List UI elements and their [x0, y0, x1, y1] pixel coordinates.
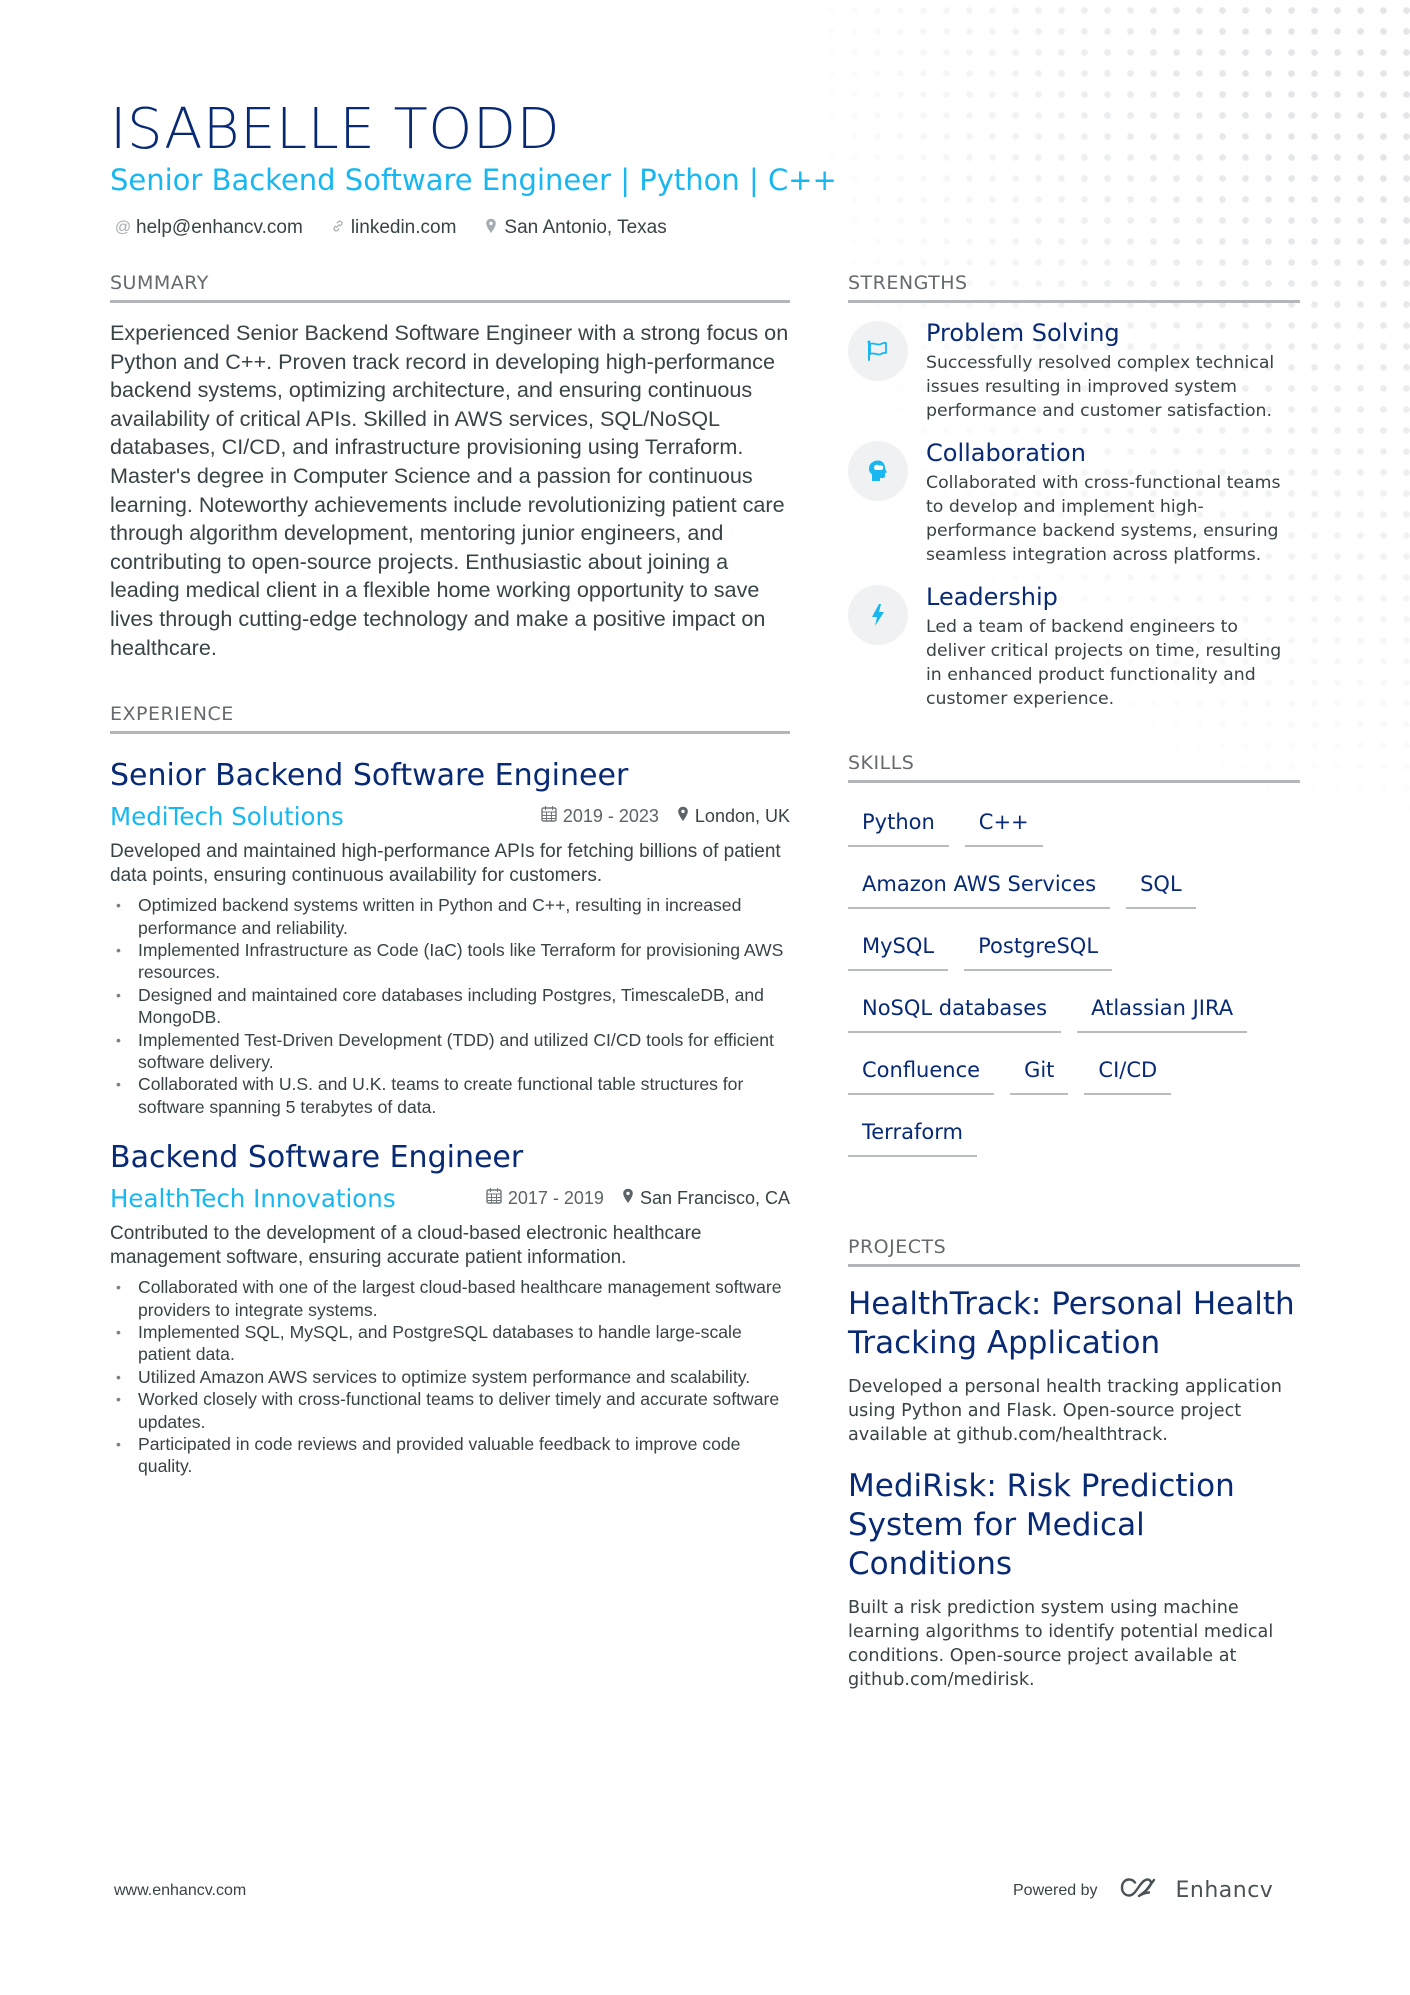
- skills-heading: SKILLS: [848, 751, 1300, 783]
- strength-item: Leadership Led a team of backend enginee…: [848, 581, 1300, 711]
- job-location-label: San Francisco, CA: [639, 1187, 790, 1208]
- enhancv-logo-icon: [1120, 1876, 1166, 1905]
- skill-tag: SQL: [1126, 861, 1196, 909]
- skill-tag: Confluence: [848, 1047, 995, 1095]
- skill-tag: Python: [848, 799, 949, 847]
- skill-tag: Atlassian JIRA: [1077, 985, 1248, 1033]
- contact-email[interactable]: @ help@enhancv.com: [114, 217, 303, 239]
- job-dates: 2017 - 2019: [486, 1187, 604, 1209]
- contact-bar: @ help@enhancv.com linkedin.com San Anto…: [114, 215, 667, 241]
- job-dates: 2019 - 2023: [541, 805, 659, 827]
- contact-linkedin[interactable]: linkedin.com: [329, 217, 457, 239]
- contact-location: San Antonio, Texas: [482, 217, 667, 239]
- job-bullet: Implemented SQL, MySQL, and PostgreSQL d…: [110, 1321, 790, 1366]
- footer-website-link[interactable]: www.enhancv.com: [114, 1882, 246, 1900]
- candidate-headline: Senior Backend Software Engineer | Pytho…: [110, 163, 837, 197]
- job-title: Backend Software Engineer: [110, 1140, 524, 1176]
- job-bullets: Collaborated with one of the largest clo…: [110, 1276, 790, 1478]
- job-title: Senior Backend Software Engineer: [110, 758, 629, 794]
- skills-section: SKILLS Python C++ Amazon AWS Services SQ…: [848, 751, 1300, 1171]
- job-dates-label: 2017 - 2019: [507, 1187, 604, 1208]
- job-bullet: Implemented Infrastructure as Code (IaC)…: [110, 939, 790, 984]
- strength-title: Problem Solving: [926, 319, 1120, 347]
- head-brain-icon: [848, 441, 908, 501]
- skills-list: Python C++ Amazon AWS Services SQL MySQL…: [848, 799, 1300, 1171]
- left-column: SUMMARY Experienced Senior Backend Softw…: [110, 271, 790, 1478]
- location-pin-icon: [677, 806, 689, 827]
- calendar-icon: [541, 805, 557, 827]
- project-title: HealthTrack: Personal Health Tracking Ap…: [848, 1286, 1295, 1361]
- skill-tag: Git: [1010, 1047, 1069, 1095]
- skill-tag: PostgreSQL: [964, 923, 1113, 971]
- projects-heading: PROJECTS: [848, 1235, 1300, 1267]
- skill-tag: CI/CD: [1084, 1047, 1172, 1095]
- strength-item: Problem Solving Successfully resolved co…: [848, 317, 1300, 423]
- skill-tag: C++: [964, 799, 1043, 847]
- footer-branding: Powered by Enhancv: [1013, 1876, 1273, 1905]
- job-bullet: Collaborated with one of the largest clo…: [110, 1276, 790, 1321]
- location-pin-icon: [482, 218, 500, 239]
- skill-tag: MySQL: [848, 923, 949, 971]
- experience-heading: EXPERIENCE: [110, 702, 790, 735]
- job-description: Developed and maintained high-performanc…: [110, 841, 781, 887]
- brand-name: Enhancv: [1175, 1878, 1274, 1903]
- right-column: STRENGTHS Problem Solving Successfully r…: [848, 271, 1300, 1692]
- calendar-icon: [486, 1187, 502, 1209]
- experience-section: EXPERIENCE Senior Backend Software Engin…: [110, 702, 790, 1478]
- strength-description: Successfully resolved complex technical …: [926, 353, 1275, 421]
- job-entry: Senior Backend Software Engineer MediTec…: [110, 756, 790, 1118]
- project-title: MediRisk: Risk Prediction System for Med…: [848, 1468, 1235, 1582]
- job-bullet: Participated in code reviews and provide…: [110, 1433, 790, 1478]
- job-location-label: London, UK: [694, 805, 790, 826]
- project-description: Built a risk prediction system using mac…: [848, 1598, 1274, 1690]
- job-bullet: Collaborated with U.S. and U.K. teams to…: [110, 1073, 790, 1118]
- skill-tag: NoSQL databases: [848, 985, 1062, 1033]
- job-bullet: Utilized Amazon AWS services to optimize…: [110, 1366, 790, 1389]
- summary-section: SUMMARY Experienced Senior Backend Softw…: [110, 271, 790, 662]
- flag-icon: [848, 321, 908, 381]
- company-name: HealthTech Innovations: [110, 1183, 396, 1213]
- strength-item: Collaboration Collaborated with cross-fu…: [848, 437, 1300, 567]
- company-name: MediTech Solutions: [110, 801, 344, 831]
- strength-title: Collaboration: [926, 439, 1086, 467]
- strength-title: Leadership: [926, 583, 1058, 611]
- job-bullets: Optimized backend systems written in Pyt…: [110, 894, 790, 1118]
- at-icon: @: [114, 219, 132, 236]
- contact-location-label: San Antonio, Texas: [504, 217, 667, 238]
- powered-by-label: Powered by: [1013, 1881, 1098, 1899]
- brand-link[interactable]: Enhancv: [1120, 1876, 1274, 1905]
- candidate-name: ISABELLE TODD: [110, 97, 561, 162]
- summary-text: Experienced Senior Backend Software Engi…: [110, 320, 789, 660]
- job-location: San Francisco, CA: [622, 1188, 790, 1209]
- contact-email-label: help@enhancv.com: [136, 217, 303, 238]
- strength-description: Led a team of backend engineers to deliv…: [926, 617, 1282, 709]
- location-pin-icon: [622, 1188, 634, 1209]
- job-bullet: Optimized backend systems written in Pyt…: [110, 894, 790, 939]
- strengths-heading: STRENGTHS: [848, 271, 1300, 303]
- skill-tag: Amazon AWS Services: [848, 861, 1111, 909]
- job-description: Contributed to the development of a clou…: [110, 1223, 702, 1269]
- job-location: London, UK: [677, 806, 790, 827]
- link-icon: [329, 219, 347, 238]
- project-description: Developed a personal health tracking app…: [848, 1377, 1282, 1445]
- skill-tag: Terraform: [848, 1109, 977, 1157]
- job-bullet: Designed and maintained core databases i…: [110, 984, 790, 1029]
- contact-linkedin-label: linkedin.com: [350, 217, 457, 238]
- job-bullet: Worked closely with cross-functional tea…: [110, 1388, 790, 1433]
- strengths-section: STRENGTHS Problem Solving Successfully r…: [848, 271, 1300, 711]
- job-bullet: Implemented Test-Driven Development (TDD…: [110, 1029, 790, 1074]
- project-item: HealthTrack: Personal Health Tracking Ap…: [848, 1285, 1300, 1447]
- lightning-bolt-icon: [848, 585, 908, 645]
- strength-description: Collaborated with cross-functional teams…: [926, 473, 1281, 565]
- summary-heading: SUMMARY: [110, 271, 790, 303]
- projects-section: PROJECTS HealthTrack: Personal Health Tr…: [848, 1235, 1300, 1692]
- project-item: MediRisk: Risk Prediction System for Med…: [848, 1467, 1300, 1692]
- job-entry: Backend Software Engineer HealthTech Inn…: [110, 1138, 790, 1478]
- job-dates-label: 2019 - 2023: [562, 805, 659, 826]
